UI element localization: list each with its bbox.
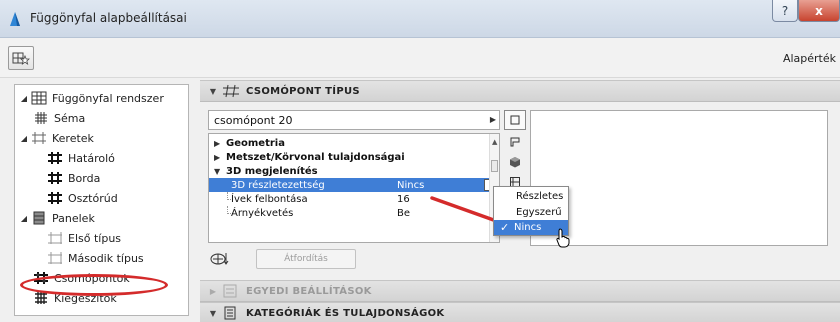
selected-junction: csomópont 20 — [214, 113, 293, 127]
param-value: Be — [397, 207, 411, 219]
tree-item-label: Kiegészítők — [54, 291, 117, 305]
settings-tree: ◢ Függönyfal rendszer Séma ◢ Keretek Hat… — [14, 84, 189, 316]
dropdown-arrow-icon: ▶ — [489, 115, 496, 124]
section-custom-settings[interactable]: ▶ EGYEDI BEÁLLÍTÁSOK — [200, 280, 840, 302]
default-label: Alapérték — [782, 52, 836, 65]
group-label: Metszet/Körvonal tulajdonságai — [226, 151, 405, 163]
junction-type-icon — [223, 84, 239, 98]
tree-item-panels[interactable]: ◢ Panelek — [19, 209, 95, 227]
frame-member-icon — [48, 172, 62, 184]
section-title: EGYEDI BEÁLLÍTÁSOK — [246, 285, 372, 297]
param-row-arc-resolution[interactable]: Ívek felbontása 16 — [209, 192, 499, 206]
section-title: KATEGÓRIÁK ÉS TULAJDONSÁGOK — [246, 307, 445, 319]
collapse-arrow-icon[interactable]: ▼ — [204, 87, 222, 96]
frame-icon — [32, 132, 46, 144]
tree-item-label: Határoló — [68, 151, 115, 165]
group-3d-display[interactable]: ▼ 3D megjelenítés — [209, 164, 499, 178]
tree-item-label: Osztórúd — [68, 191, 118, 205]
expand-arrow-icon[interactable]: ◢ — [19, 214, 29, 223]
cube-icon — [510, 157, 520, 168]
section-categories[interactable]: ▼ KATEGÓRIÁK ÉS TULAJDONSÁGOK — [200, 302, 840, 322]
square-icon — [510, 115, 520, 125]
window-title: Függönyfal alapbeállításai — [30, 11, 187, 25]
tree-item-mullion[interactable]: Borda — [47, 169, 100, 187]
tree-item-curtain-wall-system[interactable]: ◢ Függönyfal rendszer — [19, 89, 164, 107]
tree-item-label: Függönyfal rendszer — [52, 91, 164, 105]
categories-icon — [224, 306, 236, 320]
close-button[interactable]: x — [798, 0, 840, 22]
tree-item-label: Második típus — [68, 251, 144, 265]
tree-item-label: Panelek — [52, 211, 95, 225]
param-name: 3D részletezettség — [231, 179, 325, 191]
title-bar: Függönyfal alapbeállításai ? x — [0, 0, 840, 38]
tree-item-frames[interactable]: ◢ Keretek — [19, 129, 94, 147]
param-name: Ívek felbontása — [231, 193, 308, 205]
tree-item-accessories[interactable]: Kiegészítők — [33, 289, 117, 307]
junction-icon — [34, 272, 48, 284]
custom-settings-icon — [223, 284, 237, 298]
plan-view-button[interactable] — [504, 110, 526, 130]
tree-item-junctions[interactable]: Csomópontok — [33, 269, 130, 287]
translate-row: Átfordítás — [200, 246, 840, 272]
translator-icon — [210, 253, 229, 265]
menu-item-detailed[interactable]: Részletes — [494, 189, 568, 204]
panel-type-icon — [48, 232, 62, 244]
tree-item-boundary[interactable]: Határoló — [47, 149, 115, 167]
toolbar: Alapérték — [0, 38, 840, 78]
junction-type-select[interactable]: csomópont 20 ▶ — [208, 110, 500, 130]
tree-item-schema[interactable]: Séma — [33, 109, 85, 127]
tree-item-label: Csomópontok — [54, 271, 130, 285]
group-geometry[interactable]: ▶ Geometria — [209, 136, 499, 150]
menu-item-label: Nincs — [514, 222, 542, 233]
frame-member-icon — [48, 192, 62, 204]
group-label: 3D megjelenítés — [226, 165, 318, 177]
favorites-button[interactable] — [8, 46, 34, 70]
panel-icon — [33, 211, 45, 225]
accessory-icon — [35, 292, 47, 304]
collapse-arrow-icon[interactable]: ▼ — [204, 309, 222, 318]
mouse-cursor-icon — [556, 228, 570, 248]
scroll-thumb[interactable] — [491, 160, 498, 172]
grid-icon — [31, 91, 47, 105]
section-icon — [510, 137, 520, 147]
expand-arrow-icon[interactable]: ▶ — [214, 153, 226, 162]
tree-item-first-type[interactable]: Első típus — [47, 229, 121, 247]
param-row-shadow[interactable]: Árnyékvetés Be — [209, 206, 499, 220]
collapse-arrow-icon[interactable]: ▼ — [214, 167, 226, 176]
panel-type-icon — [48, 252, 62, 264]
group-section-outline[interactable]: ▶ Metszet/Körvonal tulajdonságai — [209, 150, 499, 164]
tree-item-label: Első típus — [68, 231, 122, 245]
expand-arrow-icon[interactable]: ◢ — [19, 94, 29, 103]
translate-button[interactable]: Átfordítás — [256, 249, 356, 269]
pattern-icon — [35, 112, 47, 124]
help-button[interactable]: ? — [772, 0, 798, 22]
param-value: Nincs — [397, 179, 425, 191]
menu-item-simple[interactable]: Egyszerű — [494, 205, 568, 220]
section-title: CSOMÓPONT TÍPUS — [246, 85, 360, 97]
param-value: 16 — [397, 193, 410, 205]
expand-arrow-icon[interactable]: ▶ — [214, 139, 226, 148]
tree-item-label: Keretek — [52, 131, 94, 145]
3d-view-button[interactable] — [504, 152, 526, 172]
section-view-button[interactable] — [504, 132, 526, 152]
frame-member-icon — [48, 152, 62, 164]
expand-arrow-icon[interactable]: ▶ — [204, 287, 222, 296]
parameter-list: ▶ Geometria ▶ Metszet/Körvonal tulajdons… — [208, 133, 500, 243]
tree-item-transom[interactable]: Osztórúd — [47, 189, 118, 207]
tree-item-label: Borda — [68, 171, 101, 185]
section-junction-type[interactable]: ▼ CSOMÓPONT TÍPUS — [200, 80, 840, 102]
group-label: Geometria — [226, 137, 285, 149]
expand-arrow-icon[interactable]: ◢ — [19, 134, 29, 143]
param-row-3d-detail[interactable]: 3D részletezettség Nincs ▶ — [209, 178, 499, 192]
tree-item-second-type[interactable]: Második típus — [47, 249, 144, 267]
checkmark-icon: ✓ — [500, 221, 510, 234]
app-icon — [10, 12, 20, 26]
param-name: Árnyékvetés — [231, 207, 294, 219]
tree-item-label: Séma — [54, 111, 86, 125]
scroll-up-icon[interactable]: ▲ — [492, 138, 497, 146]
favorites-icon — [12, 52, 30, 65]
preview-area — [530, 110, 828, 246]
